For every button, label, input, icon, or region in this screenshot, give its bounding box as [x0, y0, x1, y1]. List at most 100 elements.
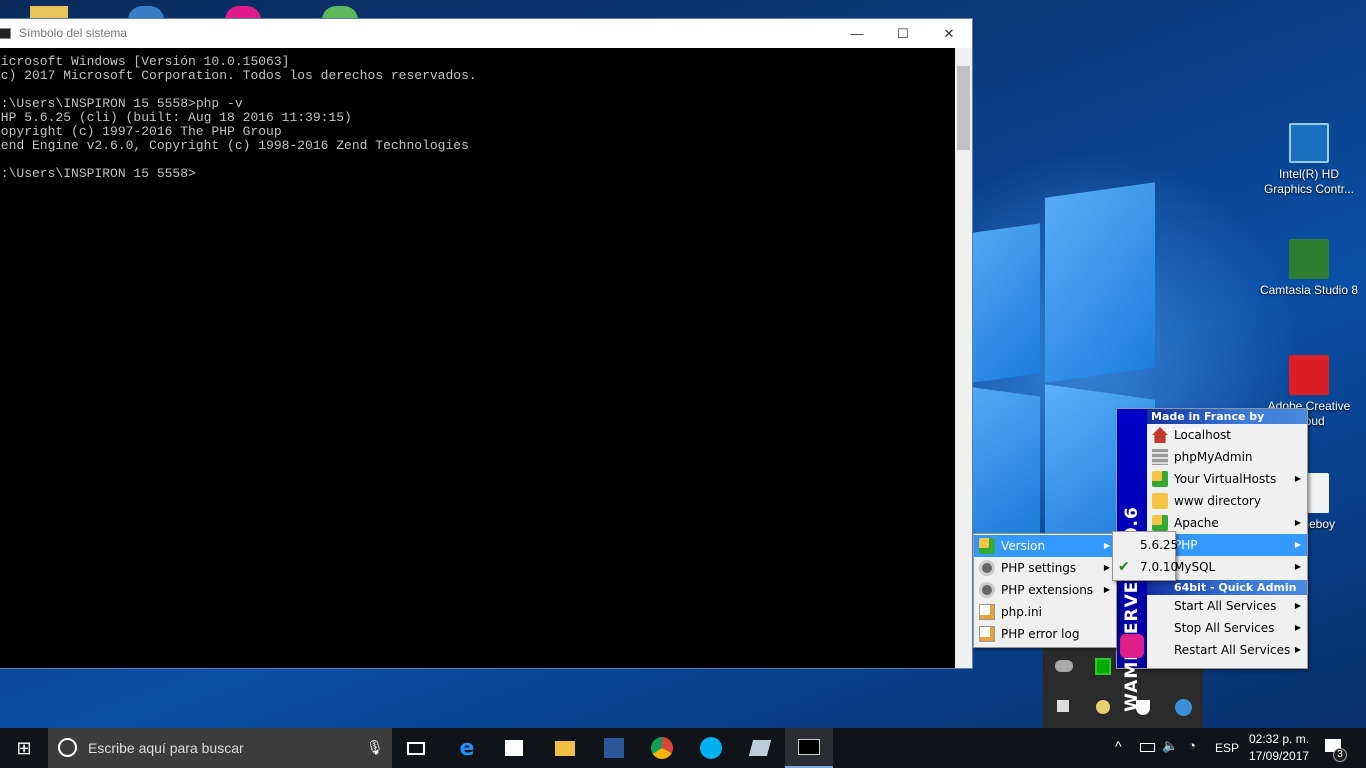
- menu-item-label: Start All Services: [1174, 599, 1277, 613]
- chrome-button[interactable]: [638, 728, 686, 768]
- close-button[interactable]: ✕: [926, 19, 972, 48]
- edge-button[interactable]: e: [443, 728, 491, 768]
- wamp-tray-icon[interactable]: [1095, 658, 1111, 675]
- menu-item[interactable]: php.ini: [974, 601, 1116, 623]
- menu-item-label: php.ini: [1001, 605, 1042, 619]
- show-hidden-icons-button[interactable]: ^: [1115, 738, 1122, 754]
- tray-app-icon[interactable]: [1057, 700, 1069, 712]
- menu-item[interactable]: Your VirtualHosts ▶: [1147, 468, 1307, 490]
- wifi-icon[interactable]: ◔: [1188, 738, 1196, 753]
- task-view-icon: [407, 741, 425, 755]
- folder-arrow-icon: [979, 538, 995, 554]
- search-placeholder: Escribe aquí para buscar: [88, 740, 244, 756]
- menu-item[interactable]: ✔ 7.0.10: [1115, 556, 1178, 578]
- store-button[interactable]: [490, 728, 538, 768]
- notification-badge: 3: [1333, 748, 1347, 762]
- clock-date[interactable]: 17/09/2017: [1249, 749, 1309, 763]
- menu-item-label: Restart All Services: [1174, 643, 1291, 657]
- console-line: Microsoft Windows [Versión 10.0.15063]: [0, 54, 290, 69]
- menu-item[interactable]: Version ▶: [974, 535, 1116, 557]
- start-button[interactable]: ⊞: [0, 728, 48, 768]
- wallpaper-pane: [1045, 182, 1155, 383]
- submenu-arrow-icon: ▶: [1103, 585, 1110, 594]
- menu-item[interactable]: Localhost: [1147, 424, 1307, 446]
- menu-item-label: PHP extensions: [1001, 583, 1094, 597]
- microphone-icon[interactable]: 🎙: [366, 739, 384, 756]
- submenu-arrow-icon: ▶: [1294, 645, 1301, 654]
- gear-icon: [979, 560, 995, 576]
- menu-item-label: 7.0.10: [1140, 560, 1179, 574]
- menu-item-label: Version: [1001, 539, 1046, 553]
- menu-item[interactable]: PHP error log: [974, 623, 1116, 645]
- onedrive-icon[interactable]: [1055, 660, 1073, 672]
- search-box[interactable]: Escribe aquí para buscar 🎙: [48, 728, 392, 768]
- title-bar[interactable]: Símbolo del sistema — ☐ ✕: [0, 19, 972, 48]
- skype-button[interactable]: [687, 728, 735, 768]
- php-submenu: Version ▶ PHP settings ▶ PHP extensions ▶ php.…: [973, 533, 1117, 648]
- menu-item-label: 5.6.25: [1140, 538, 1179, 552]
- submenu-arrow-icon: ▶: [1294, 540, 1301, 549]
- windows-icon: ⊞: [16, 737, 32, 759]
- wamp-logo-icon: [1120, 634, 1144, 658]
- camtasia-icon: [1289, 239, 1329, 279]
- tray-app-icon[interactable]: [1096, 700, 1110, 714]
- maximize-button[interactable]: ☐: [880, 19, 926, 48]
- console-line: C:\Users\INSPIRON 15 5558>: [0, 166, 196, 181]
- app-icon: [748, 740, 772, 756]
- submenu-arrow-icon: ▶: [1294, 474, 1301, 483]
- task-view-button[interactable]: [392, 728, 440, 768]
- menu-item[interactable]: PHP settings ▶: [974, 557, 1116, 579]
- submenu-arrow-icon: ▶: [1294, 518, 1301, 527]
- menu-item-label: Your VirtualHosts: [1174, 472, 1277, 486]
- version-submenu: 5.6.25 ✔ 7.0.10: [1112, 531, 1178, 581]
- menu-item-label: phpMyAdmin: [1174, 450, 1253, 464]
- menu-item[interactable]: www directory: [1147, 490, 1307, 512]
- app-button[interactable]: [736, 728, 784, 768]
- menu-item-label: PHP error log: [1001, 627, 1080, 641]
- submenu-arrow-icon: ▶: [1294, 623, 1301, 632]
- scrollbar[interactable]: [955, 48, 972, 668]
- window-title: Símbolo del sistema: [19, 26, 128, 40]
- submenu-arrow-icon: ▶: [1103, 563, 1110, 572]
- skype-icon: [700, 737, 722, 759]
- submenu-arrow-icon: ▶: [1103, 541, 1110, 550]
- database-icon: [1152, 449, 1168, 465]
- console-line: PHP 5.6.25 (cli) (built: Aug 18 2016 11:…: [0, 110, 352, 125]
- menu-item[interactable]: 5.6.25: [1115, 534, 1178, 556]
- edit-file-icon: [979, 626, 995, 642]
- word-icon: [604, 738, 624, 758]
- menu-item-label: Stop All Services: [1174, 621, 1275, 635]
- menu-header: Made in France by Otomatic: [1147, 409, 1307, 438]
- folder-arrow-icon: [1152, 515, 1168, 531]
- console-line: Copyright (c) 1997-2016 The PHP Group: [0, 124, 282, 139]
- store-icon: [505, 740, 523, 756]
- console-output[interactable]: Microsoft Windows [Versión 10.0.15063] (c…: [0, 55, 477, 181]
- menu-item[interactable]: Stop All Services ▶: [1147, 617, 1307, 639]
- menu-item[interactable]: Start All Services ▶: [1147, 595, 1307, 617]
- menu-item[interactable]: Restart All Services ▶: [1147, 639, 1307, 661]
- cmd-icon: [798, 739, 820, 755]
- desktop-icon-intel[interactable]: Intel(R) HD Graphics Contr...: [1259, 123, 1359, 197]
- desktop-icon-camtasia[interactable]: Camtasia Studio 8: [1259, 239, 1359, 298]
- console-line: (c) 2017 Microsoft Corporation. Todos lo…: [0, 68, 477, 83]
- tray-app-icon[interactable]: [1175, 699, 1192, 716]
- minimize-button[interactable]: —: [834, 19, 880, 48]
- menu-item[interactable]: PHP extensions ▶: [974, 579, 1116, 601]
- scrollbar-thumb[interactable]: [957, 66, 970, 150]
- battery-icon[interactable]: [1140, 743, 1155, 752]
- word-button[interactable]: [590, 728, 638, 768]
- edge-icon: e: [459, 735, 475, 761]
- cmd-taskbar-button[interactable]: [785, 728, 833, 768]
- checkmark-icon: ✔: [1118, 559, 1130, 575]
- clock-time[interactable]: 02:32 p. m.: [1249, 732, 1309, 746]
- menu-item[interactable]: phpMyAdmin: [1147, 446, 1307, 468]
- volume-icon[interactable]: 🔈: [1162, 738, 1178, 754]
- language-indicator[interactable]: ESP: [1215, 741, 1239, 755]
- folder-icon: [1152, 493, 1168, 509]
- file-explorer-button[interactable]: [541, 728, 589, 768]
- command-prompt-window[interactable]: Símbolo del sistema — ☐ ✕ Microsoft Wind…: [0, 18, 973, 669]
- submenu-arrow-icon: ▶: [1294, 601, 1301, 610]
- creative-cloud-icon: [1289, 355, 1329, 395]
- menu-item-label: www directory: [1174, 494, 1261, 508]
